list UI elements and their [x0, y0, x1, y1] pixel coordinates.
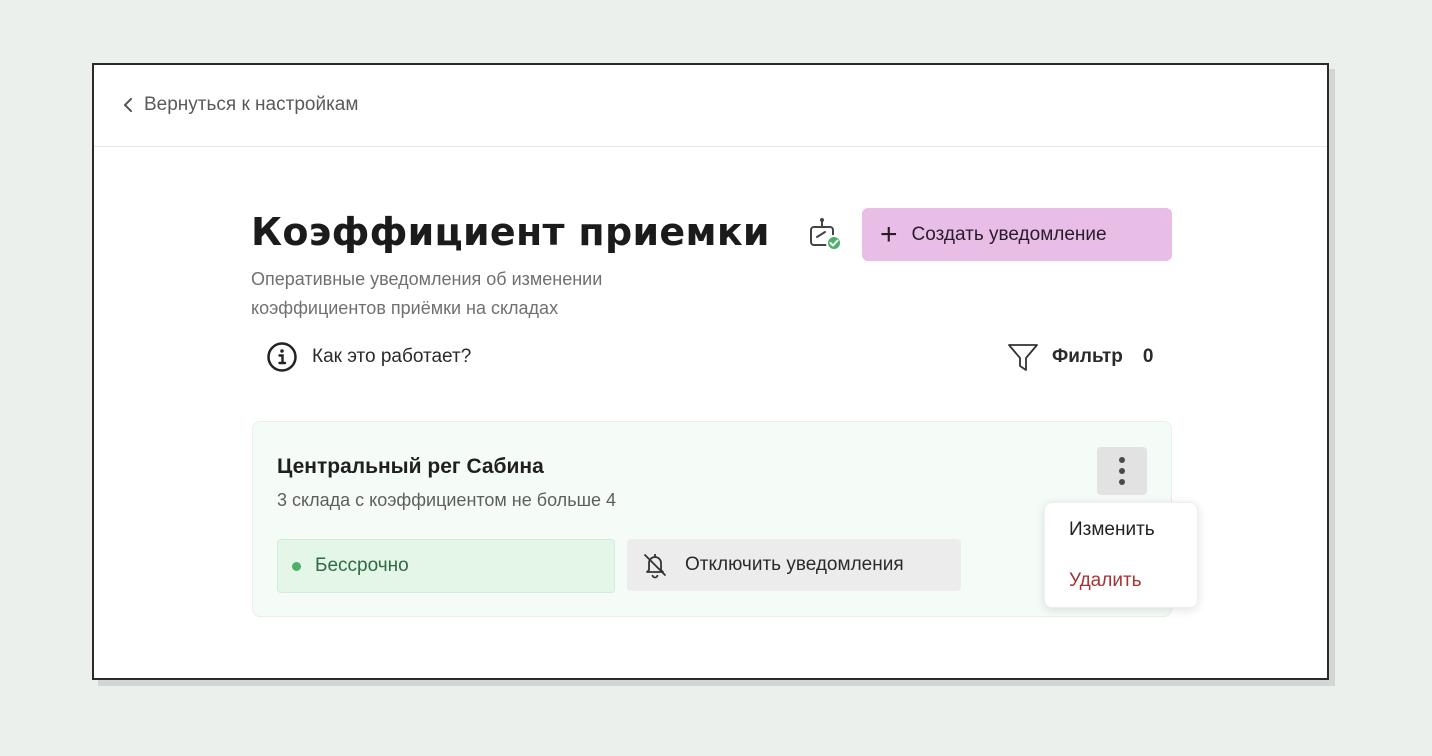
how-it-works-label: Как это работает?: [312, 346, 472, 367]
context-menu: Изменить Удалить: [1044, 502, 1198, 608]
notification-title: Центральный рег Сабина: [277, 455, 544, 478]
menu-item-edit[interactable]: Изменить: [1069, 519, 1155, 541]
filter-button[interactable]: Фильтр 0: [1006, 340, 1153, 374]
filter-count: 0: [1142, 346, 1154, 367]
bell-off-icon: [644, 554, 666, 579]
page-subtitle: Оперативные уведомления об изменении коэ…: [251, 269, 603, 318]
info-icon: [267, 342, 297, 372]
filter-label: Фильтр: [1052, 346, 1123, 367]
back-to-settings-link[interactable]: Вернуться к настройкам: [122, 94, 358, 116]
menu-item-delete[interactable]: Удалить: [1069, 570, 1142, 592]
status-dot-icon: [292, 561, 301, 571]
status-label: Бессрочно: [315, 555, 409, 576]
chevron-left-icon: [124, 98, 132, 112]
how-it-works-link[interactable]: Как это работает?: [266, 341, 471, 373]
notification-description: 3 склада с коэффициентом не больше 4: [277, 490, 617, 510]
kebab-dot: [1119, 479, 1125, 485]
kebab-dot: [1119, 457, 1125, 463]
create-notification-button[interactable]: + Создать уведомление: [862, 208, 1172, 261]
create-notification-label: Создать уведомление: [911, 223, 1107, 245]
funnel-icon: [1008, 344, 1038, 371]
notification-card: Центральный рег Сабина 3 склада с коэффи…: [252, 421, 1172, 617]
mute-notifications-label: Отключить уведомления: [685, 554, 904, 575]
plus-icon: +: [880, 217, 898, 251]
mute-notifications-button[interactable]: Отключить уведомления: [627, 539, 961, 591]
back-link-label: Вернуться к настройкам: [144, 94, 359, 115]
top-bar: Вернуться к настройкам: [94, 65, 1327, 147]
app-window: Вернуться к настройкам Коэффициент прием…: [92, 63, 1329, 680]
bot-connected-icon: [810, 218, 842, 251]
page-title: Коэффициент приемки: [251, 210, 770, 254]
more-options-button[interactable]: [1097, 447, 1147, 495]
status-badge: Бессрочно: [277, 539, 615, 593]
kebab-dot: [1119, 468, 1125, 474]
